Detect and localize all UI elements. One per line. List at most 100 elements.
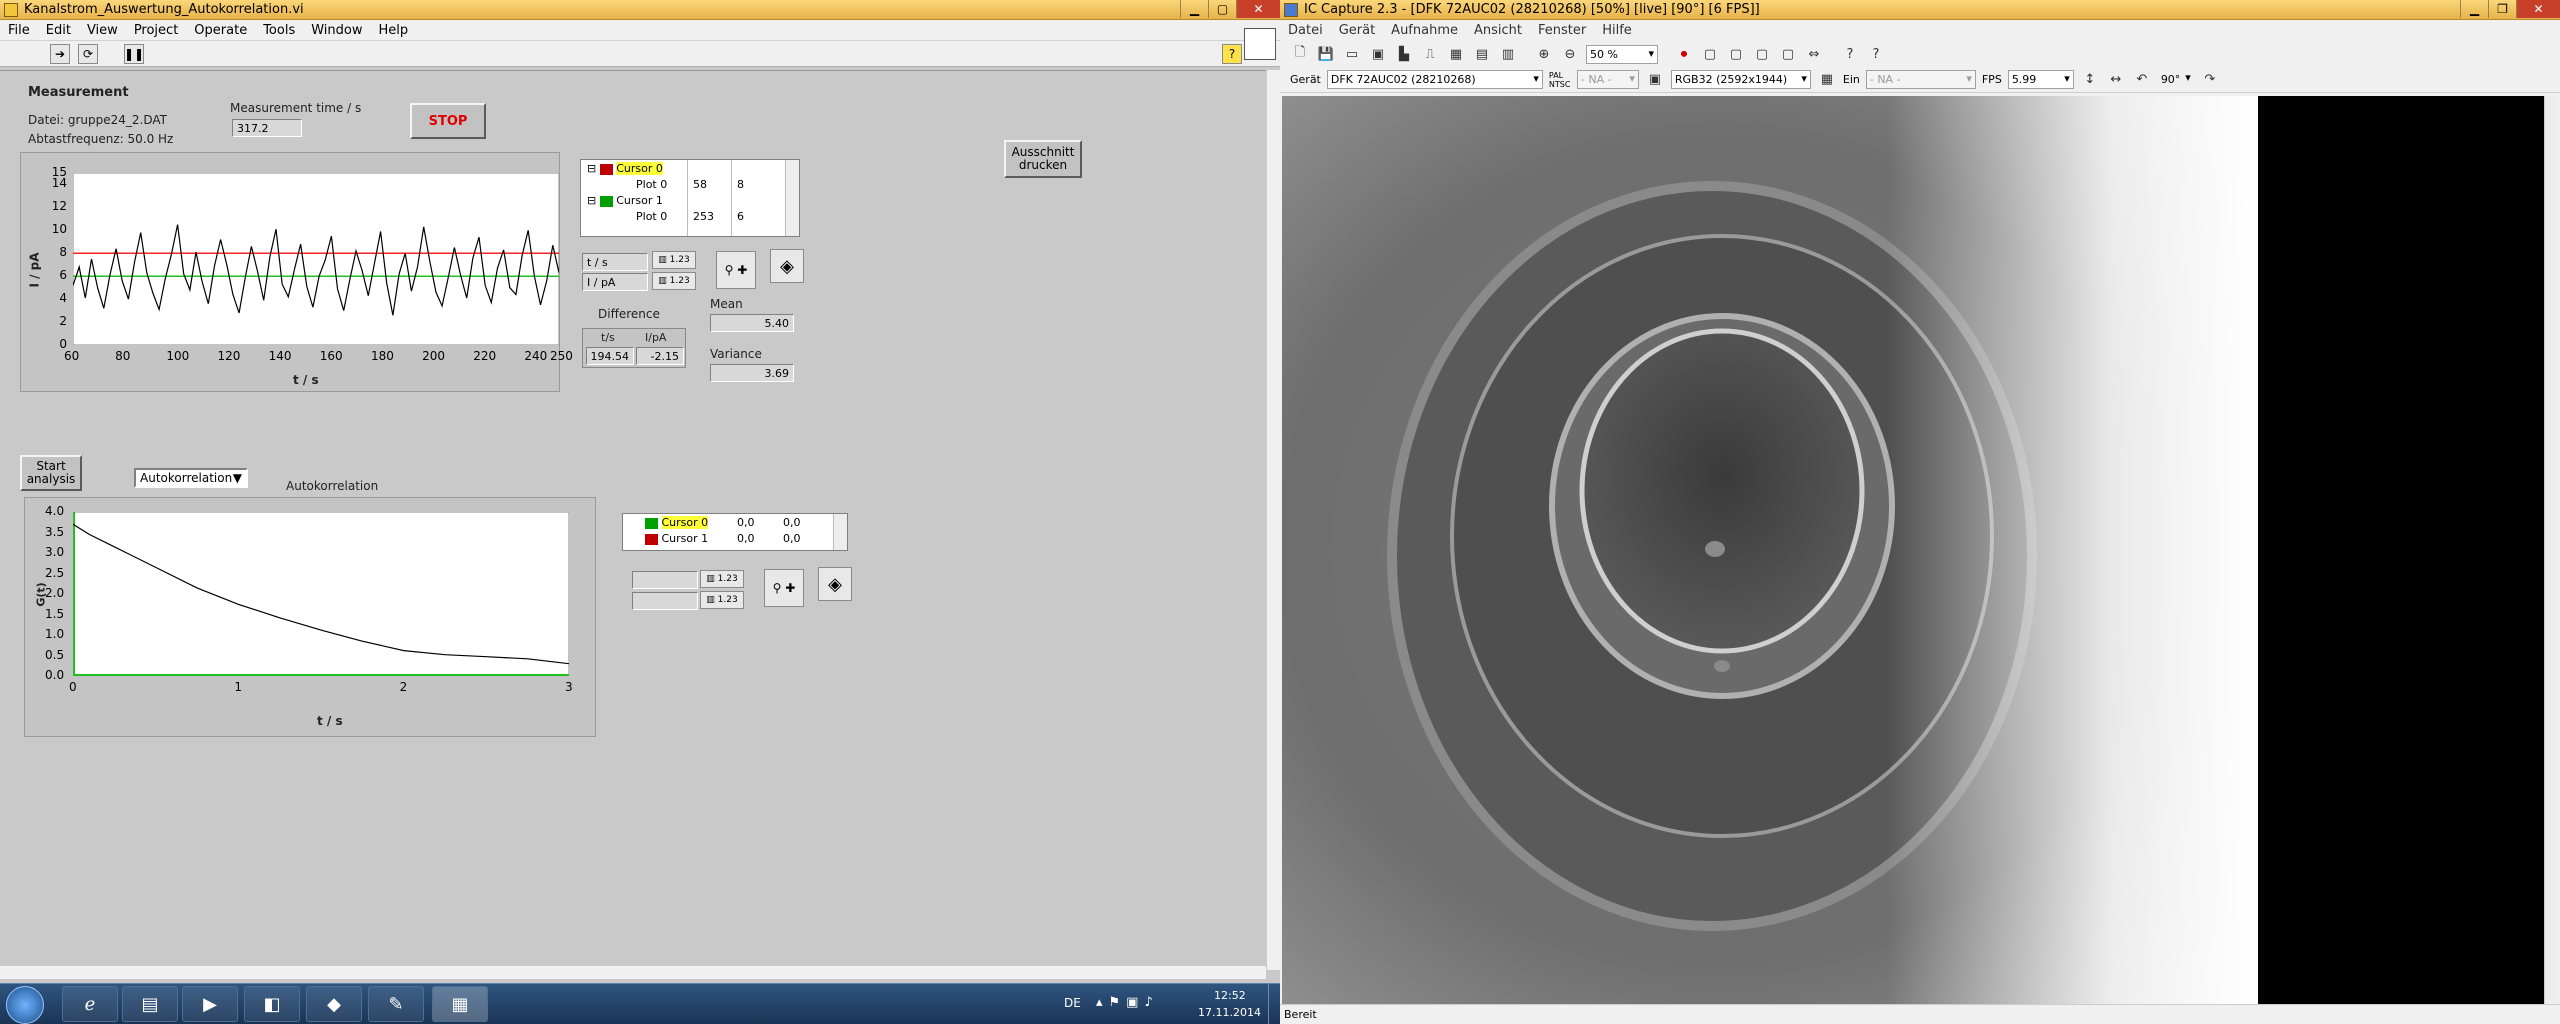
file-explorer-icon[interactable]: ▤: [122, 986, 178, 1022]
flip-icon[interactable]: ⇔: [1804, 44, 1824, 64]
histogram-icon[interactable]: ▙: [1394, 44, 1414, 64]
graph2-plot[interactable]: [73, 512, 569, 676]
ic-capture-taskbar-icon[interactable]: ◧: [244, 986, 300, 1022]
menu-hilfe[interactable]: Hilfe: [1594, 23, 1640, 38]
cursor-legend-1[interactable]: ⊟ Cursor 0 Plot 0 58 8 ⊟ Cursor 1 Plot 0…: [580, 159, 800, 237]
tool-icon[interactable]: ▢: [1752, 44, 1772, 64]
tool-icon[interactable]: ▢: [1726, 44, 1746, 64]
rotate-combo[interactable]: 90°: [2158, 70, 2194, 89]
menu-project[interactable]: Project: [126, 23, 186, 38]
fps-combo[interactable]: 5.99: [2007, 70, 2074, 89]
restore-button[interactable]: ❐: [2488, 0, 2516, 18]
tool-icon[interactable]: ▢: [1778, 44, 1798, 64]
run-continuous-icon[interactable]: ⟳: [78, 43, 98, 64]
autocorrelation-graph[interactable]: G(t) t / s 4.0 3.5 3.0 2.5 2.0 1.5 1.0 0.5 0.0 0…: [24, 497, 596, 737]
labview-taskbar-icon[interactable]: ▦: [432, 986, 488, 1022]
tool-icon[interactable]: ▤: [1472, 44, 1492, 64]
context-help-icon[interactable]: ?: [1840, 44, 1860, 64]
format-dialog-icon[interactable]: ▦: [1817, 70, 1837, 90]
cursor-row[interactable]: Cursor 0: [645, 516, 709, 529]
record-icon[interactable]: ⏺: [1674, 44, 1694, 64]
zoom-in-icon[interactable]: ⊕: [1534, 44, 1554, 64]
tool-icon[interactable]: ▦: [1446, 44, 1466, 64]
analysis-dropdown[interactable]: Autokorrelation ▼: [134, 468, 248, 488]
trigger-icon[interactable]: ⎍: [1420, 44, 1440, 64]
menu-datei[interactable]: Datei: [1280, 23, 1331, 38]
horizontal-scrollbar[interactable]: [0, 965, 1266, 979]
cursor-move-icon[interactable]: ◈: [818, 567, 852, 601]
zoom-out-icon[interactable]: ⊖: [1560, 44, 1580, 64]
zoom-icon[interactable]: ⚲ ✚: [716, 251, 756, 289]
flip-horizontal-icon[interactable]: ↔: [2106, 70, 2126, 90]
close-button[interactable]: ✕: [2516, 0, 2560, 18]
pause-icon[interactable]: ❚❚: [124, 43, 144, 64]
run-arrow-icon[interactable]: ➔: [50, 43, 70, 64]
print-section-button[interactable]: Ausschnitt drucken: [1004, 140, 1082, 178]
cursor-row[interactable]: Cursor 1: [645, 532, 708, 545]
cursor-row[interactable]: ⊟ Cursor 1: [587, 194, 663, 207]
language-indicator[interactable]: DE: [1064, 996, 1081, 1010]
live-icon[interactable]: ▭: [1342, 44, 1362, 64]
x-format-icon[interactable]: ▥ 1.23: [652, 251, 696, 269]
maximize-button[interactable]: ▢: [1208, 0, 1236, 18]
menu-view[interactable]: View: [79, 23, 126, 38]
format-icon[interactable]: ▣: [1645, 70, 1665, 90]
help-icon[interactable]: ?: [1866, 44, 1886, 64]
flip-vertical-icon[interactable]: ↕: [2080, 70, 2100, 90]
cursor-move-icon[interactable]: ◈: [770, 249, 804, 283]
vertical-scrollbar[interactable]: [1266, 70, 1280, 970]
close-button[interactable]: ✕: [1236, 0, 1280, 18]
start-button-icon[interactable]: [6, 986, 44, 1024]
y-tick-label: 1.0: [45, 627, 65, 641]
clock-time[interactable]: 12:52: [1214, 989, 1246, 1002]
menu-tools[interactable]: Tools: [255, 23, 303, 38]
minimize-button[interactable]: ▁: [2460, 0, 2488, 18]
tool-icon[interactable]: ▥: [1498, 44, 1518, 64]
menu-aufnahme[interactable]: Aufnahme: [1383, 23, 1466, 38]
menu-ansicht[interactable]: Ansicht: [1466, 23, 1530, 38]
cursor-legend-2[interactable]: Cursor 0 0,0 0,0 Cursor 1 0,0 0,0: [622, 513, 848, 551]
menu-help[interactable]: Help: [370, 23, 416, 38]
new-icon[interactable]: 🗋: [1290, 44, 1310, 64]
y-format-icon[interactable]: ▥ 1.23: [700, 591, 744, 609]
iccapture-titlebar[interactable]: IC Capture 2.3 - [DFK 72AUC02 (28210268)…: [1280, 0, 2560, 20]
live-video-view[interactable]: [1282, 96, 2544, 1004]
menu-geraet[interactable]: Gerät: [1331, 23, 1383, 38]
current-graph[interactable]: I / pA t / s 15 14 12 10 8 6 4 2 0 60 80 100 120 140…: [20, 152, 573, 392]
device-combo[interactable]: DFK 72AUC02 (28210268): [1326, 70, 1543, 89]
tool-icon[interactable]: ▢: [1700, 44, 1720, 64]
format-combo[interactable]: RGB32 (2592x1944): [1670, 70, 1811, 89]
menu-file[interactable]: File: [0, 23, 38, 38]
labview-titlebar[interactable]: Kanalstrom_Auswertung_Autokorrelation.vi…: [0, 0, 1280, 20]
tray-icons[interactable]: ▴⚑▣♪: [1096, 995, 1159, 1010]
cursor-list-scrollbar[interactable]: [833, 514, 847, 550]
analysis-dropdown-value: Autokorrelation: [140, 471, 233, 485]
cursor-row[interactable]: ⊟ Cursor 0: [587, 162, 663, 175]
menu-fenster[interactable]: Fenster: [1530, 23, 1594, 38]
y-format-icon[interactable]: ▥ 1.23: [652, 272, 696, 290]
snapshot-icon[interactable]: ▣: [1368, 44, 1388, 64]
save-icon[interactable]: 💾: [1316, 44, 1336, 64]
x-format-icon[interactable]: ▥ 1.23: [700, 570, 744, 588]
internet-explorer-icon[interactable]: ℯ: [62, 986, 118, 1022]
clock-date[interactable]: 17.11.2014: [1198, 1006, 1261, 1019]
start-analysis-button[interactable]: Start analysis: [20, 455, 82, 491]
cursor-list-scrollbar[interactable]: [785, 160, 799, 236]
stop-button[interactable]: STOP: [410, 103, 486, 139]
help-icon[interactable]: ?: [1222, 44, 1242, 64]
image-vertical-scrollbar[interactable]: [2544, 96, 2558, 1004]
rotate-icon[interactable]: ↶: [2132, 70, 2152, 90]
app-taskbar-icon[interactable]: ◆: [306, 986, 362, 1022]
paint-taskbar-icon[interactable]: ✎: [368, 986, 424, 1022]
show-desktop-button[interactable]: [1268, 984, 1280, 1024]
menu-window[interactable]: Window: [303, 23, 370, 38]
graph1-plot[interactable]: [73, 173, 559, 345]
zoom-combo[interactable]: 50 %: [1586, 44, 1658, 64]
rotate-right-icon[interactable]: ↷: [2200, 70, 2220, 90]
menu-edit[interactable]: Edit: [38, 23, 79, 38]
zoom-icon[interactable]: ⚲ ✚: [764, 569, 804, 607]
minimize-button[interactable]: ▁: [1180, 0, 1208, 18]
scale-x-label: t / s: [582, 253, 648, 271]
menu-operate[interactable]: Operate: [186, 23, 255, 38]
media-player-icon[interactable]: ▶: [182, 986, 238, 1022]
